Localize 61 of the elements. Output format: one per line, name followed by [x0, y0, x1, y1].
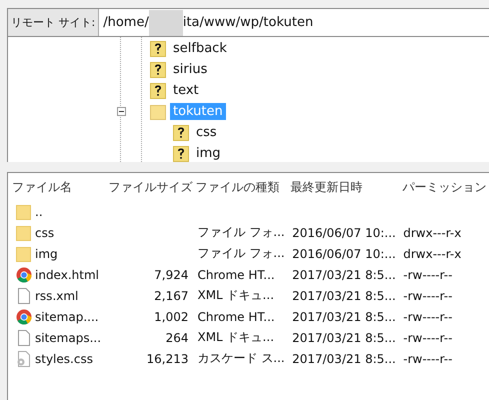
- table-cell: 16,213: [146, 352, 188, 366]
- table-cell: ファイル フォ...: [197, 245, 285, 262]
- table-cell: 2017/03/21 8:5...: [292, 268, 396, 282]
- column-header[interactable]: ファイルの種類: [192, 178, 288, 196]
- file-name[interactable]: sitemaps...: [35, 330, 102, 344]
- tree-item[interactable]: img: [193, 145, 224, 162]
- remote-site-label: リモート サイト:: [8, 9, 100, 36]
- table-cell: ファイル フォ...: [197, 224, 285, 241]
- browser-icon: [16, 308, 32, 324]
- table-cell: 1,002: [154, 310, 188, 324]
- folder-icon: [16, 204, 32, 220]
- table-cell: Chrome HT...: [197, 310, 275, 324]
- tree-item[interactable]: text: [170, 82, 202, 99]
- table-cell: -rw----r--: [403, 310, 452, 324]
- table-cell: 2016/06/07 10:...: [292, 246, 396, 260]
- path-field[interactable]: /home/ ita/www/wp/tokuten: [99, 9, 489, 36]
- document-icon: [16, 330, 32, 346]
- table-cell: Chrome HT...: [197, 268, 275, 282]
- collapse-icon[interactable]: [117, 107, 126, 116]
- unknown-folder-icon: [150, 62, 166, 78]
- table-cell: 2017/03/21 8:5...: [292, 352, 396, 366]
- tree-item[interactable]: selfback: [170, 40, 230, 57]
- file-name[interactable]: index.html: [35, 268, 99, 282]
- file-name[interactable]: css: [35, 226, 54, 240]
- table-cell: 2017/03/21 8:5...: [292, 310, 396, 324]
- tree-item[interactable]: sirius: [170, 61, 210, 78]
- file-name[interactable]: ..: [35, 204, 43, 218]
- table-cell: drwx---r-x: [403, 226, 462, 240]
- table-cell: XML ドキュ...: [197, 287, 274, 304]
- column-header[interactable]: ファイルサイズ: [106, 178, 192, 196]
- folder-icon: [16, 246, 32, 262]
- browser-icon: [16, 266, 32, 282]
- table-cell: 2,167: [154, 288, 188, 302]
- table-cell: 264: [166, 330, 188, 344]
- folder-icon: [150, 104, 166, 120]
- column-header[interactable]: ファイル名: [8, 178, 106, 196]
- unknown-folder-icon: [173, 146, 189, 162]
- file-name[interactable]: styles.css: [35, 352, 93, 366]
- table-cell: XML ドキュ...: [197, 329, 274, 346]
- table-cell: 7,924: [154, 268, 188, 282]
- column-header[interactable]: パーミッション: [400, 178, 489, 196]
- unknown-folder-icon: [150, 82, 166, 98]
- file-name[interactable]: img: [35, 246, 58, 260]
- unknown-folder-icon: [173, 124, 189, 140]
- table-cell: カスケード ス...: [197, 350, 285, 367]
- table-cell: -rw----r--: [403, 288, 452, 302]
- tree-item[interactable]: css: [193, 124, 220, 141]
- file-name[interactable]: sitemap....: [35, 310, 99, 324]
- table-cell: -rw----r--: [403, 352, 452, 366]
- table-cell: 2017/03/21 8:5...: [292, 330, 396, 344]
- table-cell: -rw----r--: [403, 268, 452, 282]
- document-icon: [16, 288, 32, 304]
- table-cell: 2017/03/21 8:5...: [292, 288, 396, 302]
- table-cell: 2016/06/07 10:...: [292, 226, 396, 240]
- redaction-block: [148, 10, 183, 36]
- table-cell: drwx---r-x: [403, 246, 462, 260]
- unknown-folder-icon: [150, 40, 166, 56]
- column-header[interactable]: 最終更新日時: [288, 178, 401, 196]
- folder-icon: [16, 224, 32, 240]
- table-cell: -rw----r--: [403, 330, 452, 344]
- file-name[interactable]: rss.xml: [35, 288, 78, 302]
